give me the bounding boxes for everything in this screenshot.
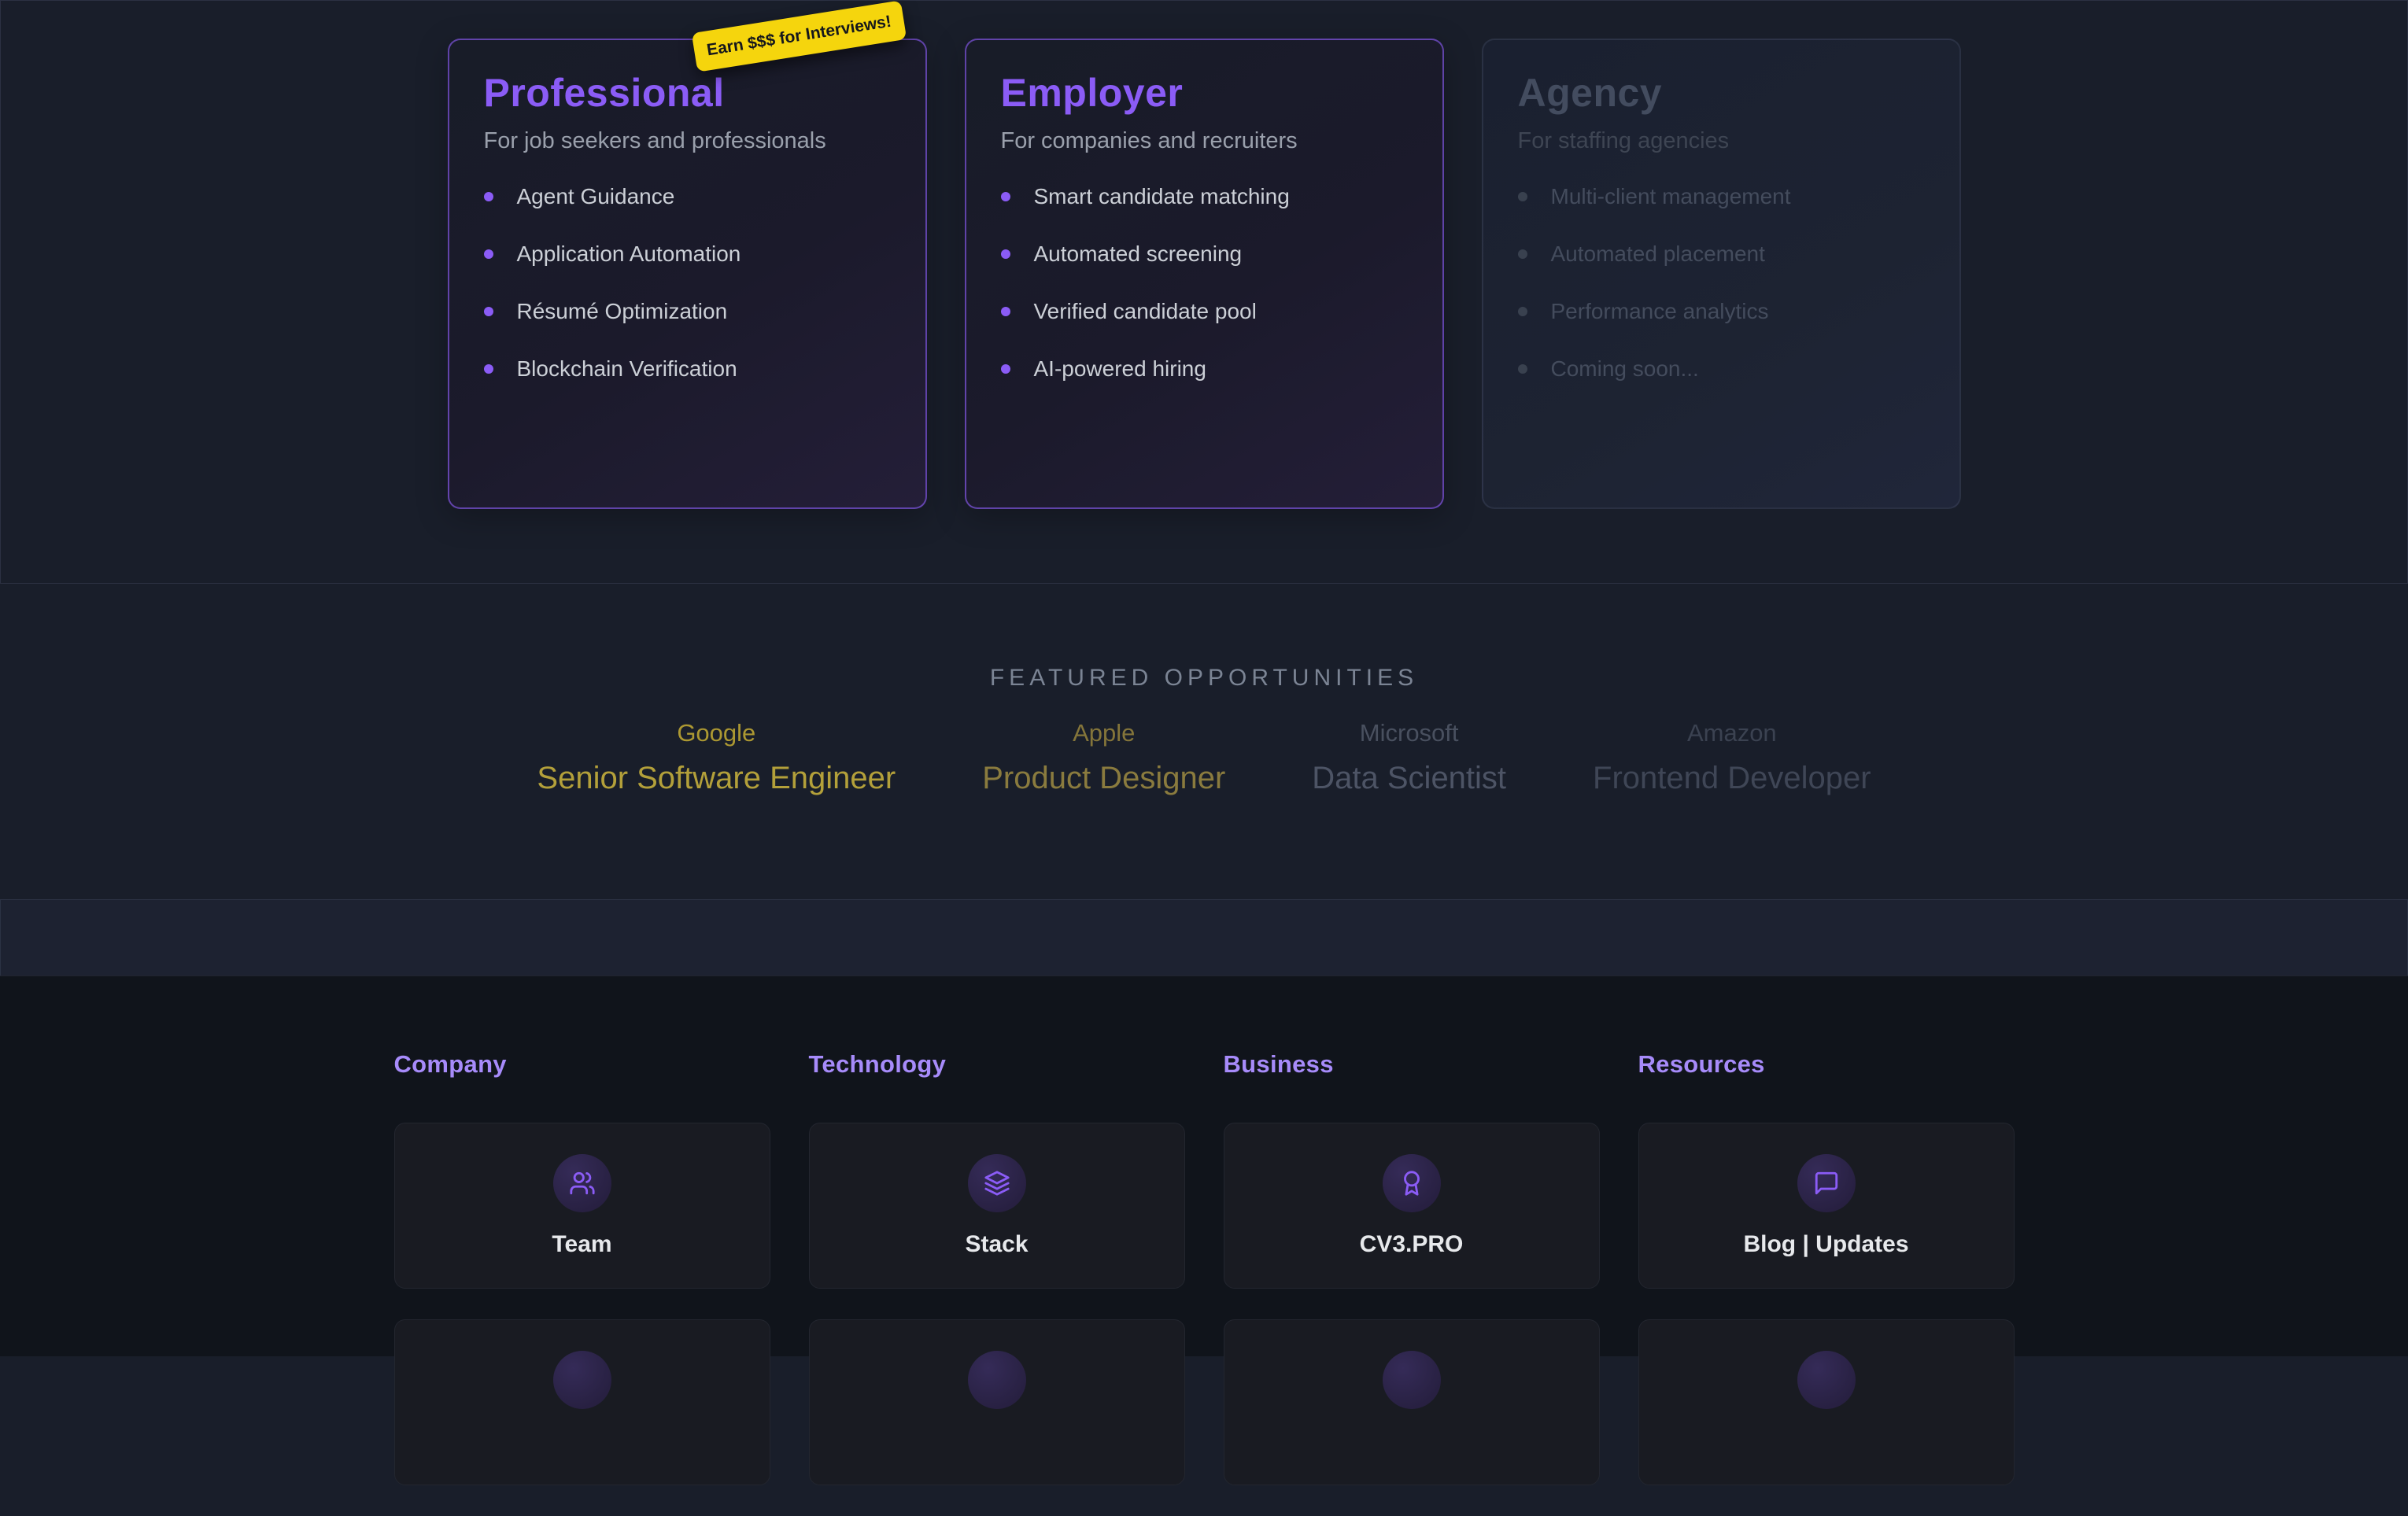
plan-feature-label: Agent Guidance (517, 183, 675, 209)
plan-title: Professional (484, 70, 891, 116)
footer-column-technology: Technology Stack (809, 1050, 1185, 1516)
footer-column-resources: Resources Blog | Updates (1638, 1050, 2015, 1516)
plan-feature-label: Coming soon... (1551, 356, 1699, 382)
hidden-icon (1383, 1351, 1441, 1409)
plan-feature-list: Agent Guidance Application Automation Ré… (484, 183, 891, 382)
landing-page: Earn $$$ for Interviews! Professional Fo… (0, 0, 2408, 1356)
plan-feature-list: Smart candidate matching Automated scree… (1001, 183, 1408, 382)
plan-description: For staffing agencies (1518, 127, 1925, 155)
plan-feature-label: Résumé Optimization (517, 298, 728, 324)
footer-heading: Resources (1638, 1050, 2015, 1079)
footer-card-blog-updates[interactable]: Blog | Updates (1638, 1123, 2015, 1289)
hidden-icon (968, 1351, 1026, 1409)
plan-feature: Multi-client management (1518, 183, 1925, 209)
featured-job-google: Google Senior Software Engineer (537, 718, 896, 797)
featured-job-apple: Apple Product Designer (982, 718, 1225, 797)
footer-card-label: CV3.PRO (1360, 1231, 1464, 1258)
plan-card-employer[interactable]: Employer For companies and recruiters Sm… (965, 39, 1444, 509)
footer-card-cv3pro[interactable]: CV3.PRO (1224, 1123, 1600, 1289)
footer-card-partial[interactable] (1638, 1319, 2015, 1485)
bullet-dot-icon (1518, 364, 1527, 374)
bullet-dot-icon (1001, 192, 1010, 201)
job-role: Product Designer (982, 759, 1225, 797)
footer-heading: Business (1224, 1050, 1600, 1079)
footer-card-label: Stack (965, 1231, 1028, 1258)
plan-feature-list: Multi-client management Automated placem… (1518, 183, 1925, 382)
job-role: Frontend Developer (1593, 759, 1871, 797)
footer-column-business: Business CV3.PRO (1224, 1050, 1600, 1516)
plan-feature: Performance analytics (1518, 298, 1925, 324)
plan-description: For job seekers and professionals (484, 127, 891, 155)
job-company: Google (537, 718, 896, 748)
featured-opportunities-section: FEATURED OPPORTUNITIES Google Senior Sof… (0, 584, 2408, 899)
bullet-dot-icon (484, 192, 493, 201)
job-company: Apple (982, 718, 1225, 748)
footer-card-partial[interactable] (809, 1319, 1185, 1485)
bullet-dot-icon (1001, 249, 1010, 259)
footer-column-company: Company Team (394, 1050, 770, 1516)
bullet-dot-icon (1518, 192, 1527, 201)
plans-section: Earn $$$ for Interviews! Professional Fo… (0, 0, 2408, 584)
plan-feature-label: Performance analytics (1551, 298, 1769, 324)
plan-feature: AI-powered hiring (1001, 356, 1408, 382)
plan-feature-label: Application Automation (517, 241, 741, 267)
job-role: Data Scientist (1312, 759, 1506, 797)
plan-feature-label: Verified candidate pool (1034, 298, 1257, 324)
plan-feature: Automated screening (1001, 241, 1408, 267)
plan-title: Employer (1001, 70, 1408, 116)
bullet-dot-icon (484, 307, 493, 316)
job-role: Senior Software Engineer (537, 759, 896, 797)
plan-feature: Automated placement (1518, 241, 1925, 267)
featured-job-amazon: Amazon Frontend Developer (1593, 718, 1871, 797)
plan-feature-label: AI-powered hiring (1034, 356, 1206, 382)
plan-feature: Agent Guidance (484, 183, 891, 209)
bullet-dot-icon (1001, 364, 1010, 374)
footer-card-label: Blog | Updates (1743, 1231, 1908, 1258)
featured-opportunities-heading: FEATURED OPPORTUNITIES (0, 665, 2408, 692)
plan-feature-label: Automated placement (1551, 241, 1765, 267)
job-company: Microsoft (1312, 718, 1506, 748)
footer-columns: Company Team Technology (0, 1050, 2408, 1516)
plan-feature: Coming soon... (1518, 356, 1925, 382)
footer-card-team[interactable]: Team (394, 1123, 770, 1289)
footer-card-partial[interactable] (394, 1319, 770, 1485)
hidden-icon (553, 1351, 611, 1409)
footer-card-label: Team (552, 1231, 611, 1258)
plan-feature-label: Multi-client management (1551, 183, 1791, 209)
plans-row: Earn $$$ for Interviews! Professional Fo… (1, 39, 2407, 509)
message-square-icon (1797, 1154, 1856, 1212)
users-icon (553, 1154, 611, 1212)
bullet-dot-icon (1001, 307, 1010, 316)
featured-jobs-row: Google Senior Software Engineer Apple Pr… (0, 718, 2408, 797)
bullet-dot-icon (1518, 249, 1527, 259)
site-footer: Company Team Technology (0, 976, 2408, 1356)
plan-title: Agency (1518, 70, 1925, 116)
plan-card-agency: Agency For staffing agencies Multi-clien… (1482, 39, 1961, 509)
bullet-dot-icon (1518, 307, 1527, 316)
bullet-dot-icon (484, 364, 493, 374)
featured-job-microsoft: Microsoft Data Scientist (1312, 718, 1506, 797)
footer-heading: Company (394, 1050, 770, 1079)
plan-card-professional[interactable]: Earn $$$ for Interviews! Professional Fo… (448, 39, 927, 509)
plan-feature-label: Blockchain Verification (517, 356, 737, 382)
plan-feature-label: Automated screening (1034, 241, 1243, 267)
layers-icon (968, 1154, 1026, 1212)
plan-feature: Application Automation (484, 241, 891, 267)
award-icon (1383, 1154, 1441, 1212)
hidden-icon (1797, 1351, 1856, 1409)
footer-heading: Technology (809, 1050, 1185, 1079)
footer-card-stack[interactable]: Stack (809, 1123, 1185, 1289)
bullet-dot-icon (484, 249, 493, 259)
job-company: Amazon (1593, 718, 1871, 748)
plan-feature-label: Smart candidate matching (1034, 183, 1290, 209)
divider-strip (0, 899, 2408, 976)
plan-feature: Résumé Optimization (484, 298, 891, 324)
plan-feature: Smart candidate matching (1001, 183, 1408, 209)
footer-card-partial[interactable] (1224, 1319, 1600, 1485)
earn-for-interviews-badge: Earn $$$ for Interviews! (691, 0, 906, 72)
plan-description: For companies and recruiters (1001, 127, 1408, 155)
plan-feature: Blockchain Verification (484, 356, 891, 382)
plan-feature: Verified candidate pool (1001, 298, 1408, 324)
